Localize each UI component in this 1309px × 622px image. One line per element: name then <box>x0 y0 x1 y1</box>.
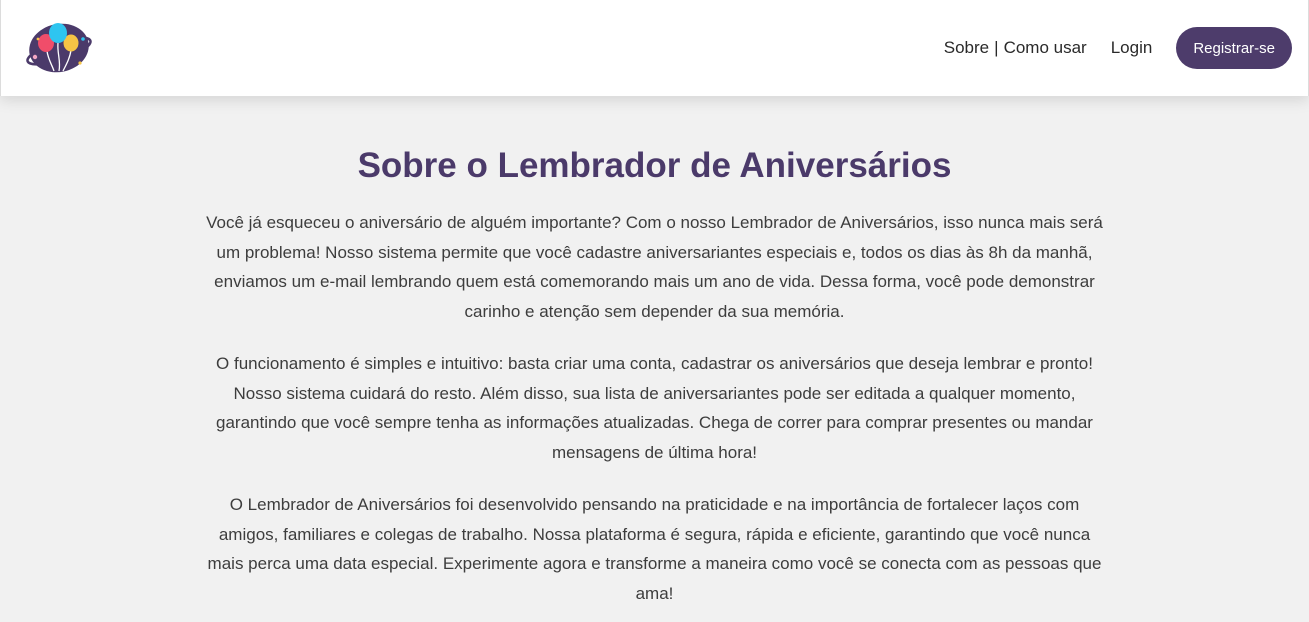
page-title: Sobre o Lembrador de Aniversários <box>357 146 952 185</box>
register-button[interactable]: Registrar-se <box>1176 27 1292 69</box>
nav-link-login[interactable]: Login <box>1111 38 1153 58</box>
main-nav: Sobre | Como usar Login Registrar-se <box>944 27 1292 69</box>
nav-separator: | <box>994 38 999 57</box>
about-paragraph-2: O funcionamento é simples e intuitivo: b… <box>216 354 1093 462</box>
about-paragraph-1: Você já esqueceu o aniversário de alguém… <box>206 213 1103 321</box>
main-content: Sobre o Lembrador de Aniversários Você j… <box>0 96 1309 608</box>
nav-link-how-to[interactable]: Como usar <box>1004 38 1087 58</box>
about-paragraph-3: O Lembrador de Aniversários foi desenvol… <box>207 495 1102 603</box>
balloons-logo-icon[interactable] <box>25 17 93 77</box>
navbar: Sobre | Como usar Login Registrar-se <box>0 0 1309 96</box>
nav-link-about[interactable]: Sobre <box>944 38 989 58</box>
